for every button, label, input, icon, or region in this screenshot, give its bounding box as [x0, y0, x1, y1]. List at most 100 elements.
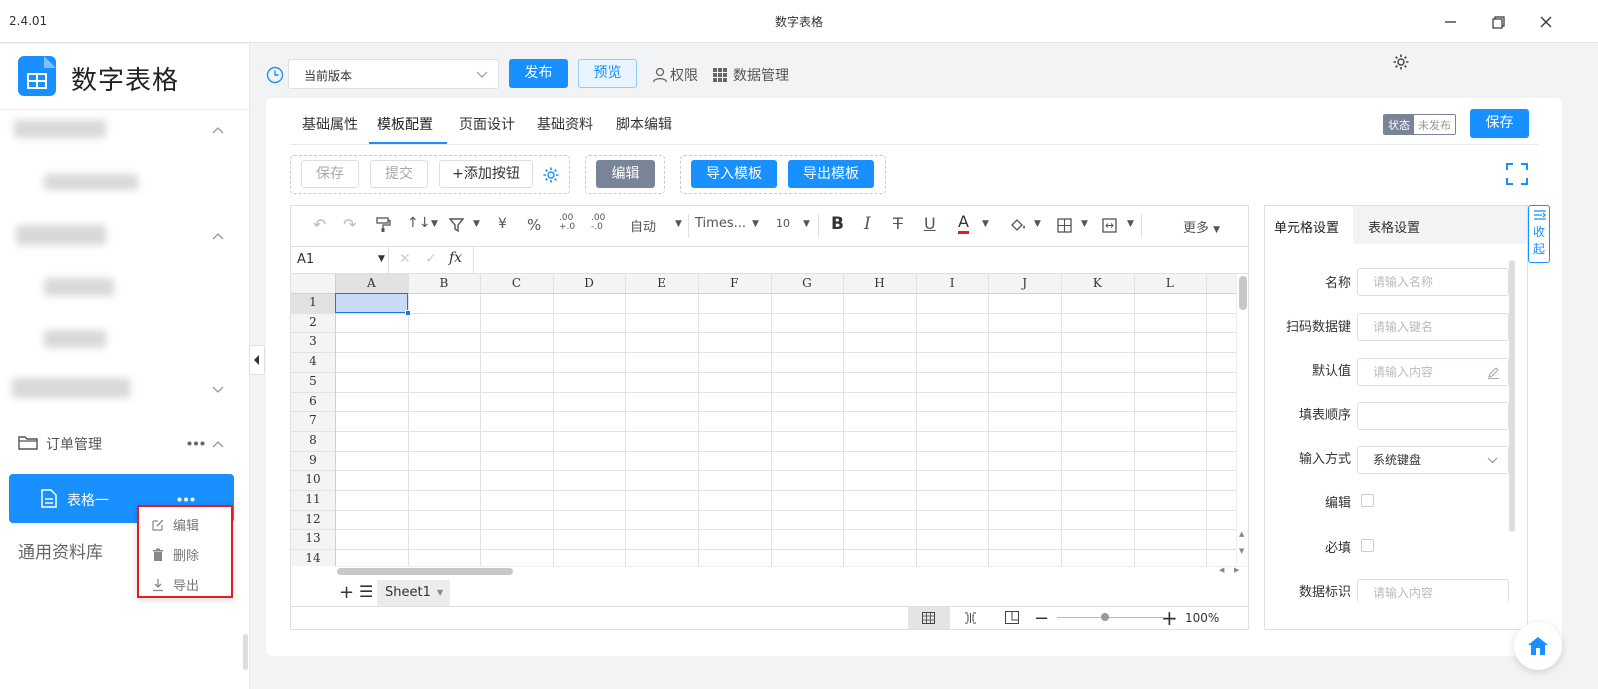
row-header[interactable]: 13	[291, 529, 335, 549]
cell-grid[interactable]: A B C D E F G H I J K L 1 2 3 4 5 6 7 8 9 10 11 12 13 14	[291, 274, 1236, 566]
more-icon[interactable]	[187, 441, 205, 446]
chevron-up-icon[interactable]	[212, 232, 224, 240]
caret-down-icon[interactable]: ▼	[752, 219, 759, 229]
context-item-delete[interactable]: 删除	[151, 545, 199, 564]
edit-checkbox[interactable]	[1361, 494, 1374, 507]
export-template-button[interactable]: 导出模板	[788, 160, 874, 188]
caret-down-icon[interactable]: ▼	[431, 219, 438, 229]
row-header[interactable]: 7	[291, 411, 335, 431]
scroll-up-icon[interactable]: ▲	[1239, 530, 1244, 538]
minimize-icon[interactable]	[1439, 11, 1461, 33]
version-select[interactable]: 当前版本	[288, 59, 499, 89]
column-header[interactable]: K	[1061, 274, 1134, 293]
border-icon[interactable]	[1057, 218, 1072, 233]
data-tag-input[interactable]: 请输入内容	[1357, 579, 1509, 603]
row-header[interactable]: 11	[291, 490, 335, 510]
tab-basic-data[interactable]: 基础资料	[537, 114, 593, 134]
folder-label[interactable]: 订单管理	[46, 434, 102, 454]
column-header[interactable]: B	[408, 274, 481, 293]
sidebar-scrollbar[interactable]	[243, 634, 248, 670]
data-manage-button[interactable]: 数据管理	[713, 65, 789, 85]
redacted-menu-item[interactable]	[16, 225, 106, 245]
redacted-menu-item[interactable]	[44, 278, 114, 296]
confirm-icon[interactable]: ✓	[425, 251, 437, 267]
tab-script[interactable]: 脚本编辑	[616, 114, 672, 134]
sort-icon[interactable]: ↑↓	[407, 215, 430, 231]
context-item-edit[interactable]: 编辑	[151, 515, 199, 534]
fill-color-icon[interactable]	[1010, 218, 1026, 233]
caret-down-icon[interactable]: ▼	[378, 254, 385, 264]
scroll-thumb[interactable]	[337, 568, 513, 575]
form-save-button[interactable]: 保存	[301, 160, 359, 188]
form-submit-button[interactable]: 提交	[370, 160, 428, 188]
redacted-menu-item[interactable]	[44, 174, 138, 190]
scroll-thumb[interactable]	[1239, 276, 1247, 310]
permission-button[interactable]: 权限	[652, 65, 698, 85]
panel-scrollbar[interactable]	[1509, 260, 1515, 532]
caret-down-icon[interactable]: ▼	[473, 219, 480, 229]
row-header[interactable]: 1	[291, 293, 335, 313]
page-layout-icon[interactable]	[1005, 611, 1019, 624]
cancel-icon[interactable]: ✕	[399, 251, 411, 267]
font-size-select[interactable]: 10	[776, 217, 790, 230]
fill-handle[interactable]	[404, 309, 411, 316]
caret-down-icon[interactable]: ▼	[675, 219, 682, 229]
underline-button[interactable]: U	[924, 214, 936, 233]
fill-order-input[interactable]	[1357, 402, 1509, 430]
collapse-panel-button[interactable]: 收起	[1528, 205, 1550, 263]
input-method-select[interactable]: 系统键盘	[1357, 446, 1509, 474]
redacted-menu-item[interactable]	[12, 378, 130, 398]
preview-button[interactable]: 预览	[578, 59, 637, 88]
scan-key-input[interactable]: 请输入键名	[1357, 313, 1509, 341]
column-header[interactable]: E	[625, 274, 698, 293]
default-value-input[interactable]: 请输入内容	[1357, 358, 1509, 386]
save-button[interactable]: 保存	[1470, 109, 1529, 138]
column-header[interactable]: C	[480, 274, 553, 293]
bold-button[interactable]: B	[831, 214, 844, 234]
pen-icon[interactable]	[1487, 366, 1500, 379]
sheet-list-icon[interactable]: ☰	[359, 582, 373, 601]
font-family-select[interactable]: Times...	[695, 216, 746, 231]
zoom-slider-thumb[interactable]	[1101, 613, 1109, 621]
column-header[interactable]: I	[916, 274, 989, 293]
home-button[interactable]	[1514, 622, 1562, 670]
row-header[interactable]: 12	[291, 510, 335, 530]
italic-button[interactable]: I	[864, 214, 871, 234]
more-button[interactable]: 更多 ▼	[1183, 217, 1220, 236]
format-painter-icon[interactable]	[375, 217, 391, 233]
row-header[interactable]: 10	[291, 470, 335, 490]
scroll-down-icon[interactable]: ▼	[1239, 547, 1244, 555]
currency-button[interactable]: ¥	[498, 216, 507, 232]
selected-cell[interactable]	[335, 293, 408, 313]
import-template-button[interactable]: 导入模板	[691, 160, 777, 188]
zoom-out-icon[interactable]: −	[1034, 608, 1049, 629]
column-header[interactable]: G	[771, 274, 844, 293]
scroll-left-icon[interactable]: ◀	[1219, 566, 1224, 574]
chevron-up-icon[interactable]	[212, 440, 224, 448]
horizontal-scrollbar[interactable]: ◀ ▶	[335, 566, 1248, 576]
undo-icon[interactable]: ↶	[313, 215, 326, 234]
publish-button[interactable]: 发布	[509, 59, 568, 88]
redo-icon[interactable]: ↷	[343, 215, 356, 234]
row-header[interactable]: 9	[291, 451, 335, 471]
scroll-right-icon[interactable]: ▶	[1234, 566, 1239, 574]
caret-down-icon[interactable]: ▼	[1081, 219, 1088, 229]
add-button-button[interactable]: +添加按钮	[439, 160, 533, 188]
font-color-button[interactable]: A	[958, 213, 969, 234]
zoom-in-icon[interactable]: +	[1161, 606, 1178, 630]
more-icon[interactable]	[177, 497, 195, 502]
column-header[interactable]: L	[1134, 274, 1207, 293]
redacted-menu-item[interactable]	[44, 330, 106, 348]
row-header[interactable]: 8	[291, 431, 335, 451]
caret-down-icon[interactable]: ▼	[803, 219, 810, 229]
zoom-slider[interactable]	[1057, 617, 1163, 618]
caret-down-icon[interactable]: ▼	[982, 219, 989, 229]
settings-icon[interactable]	[542, 166, 560, 184]
filter-icon[interactable]	[449, 218, 464, 232]
name-input[interactable]: 请输入名称	[1357, 268, 1509, 296]
page-break-icon[interactable]	[964, 612, 977, 624]
row-header[interactable]: 6	[291, 392, 335, 412]
restore-icon[interactable]	[1487, 11, 1509, 33]
number-format-select[interactable]: 自动	[630, 216, 656, 235]
tab-basic[interactable]: 基础属性	[302, 114, 358, 134]
